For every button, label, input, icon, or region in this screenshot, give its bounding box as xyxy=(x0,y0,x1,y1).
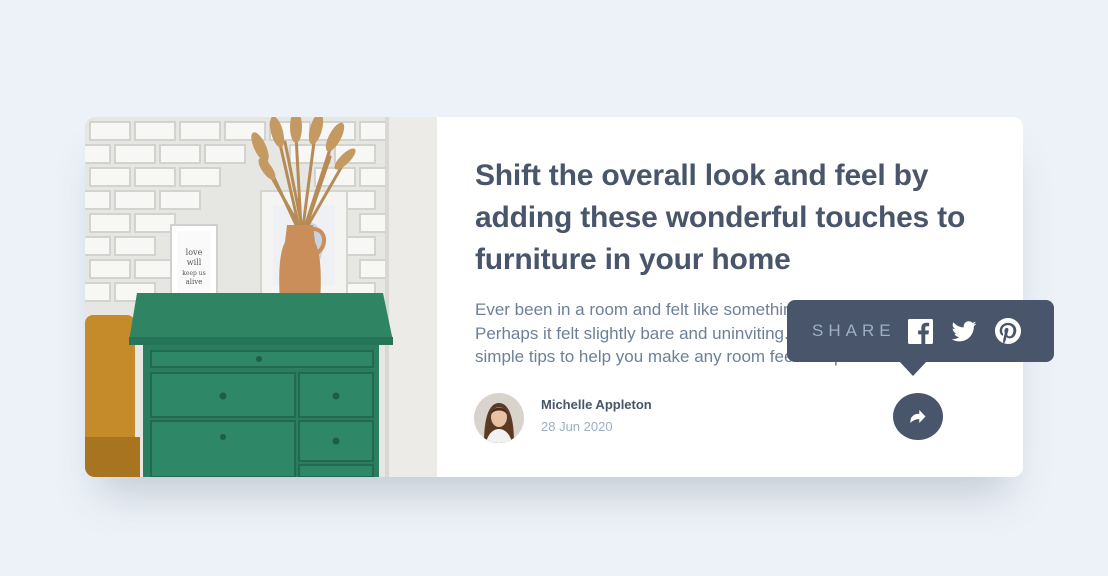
svg-text:alive: alive xyxy=(186,278,203,286)
svg-text:keep us: keep us xyxy=(182,270,205,277)
facebook-link[interactable] xyxy=(907,318,933,344)
share-button[interactable] xyxy=(893,393,943,440)
avatar xyxy=(474,393,524,443)
twitter-icon xyxy=(951,320,976,341)
article-title: Shift the overall look and feel by addin… xyxy=(475,159,966,276)
author-block: Michelle Appleton 28 Jun 2020 xyxy=(474,393,652,443)
drawers-photo: love will keep us alive xyxy=(85,117,437,477)
share-arrow-icon xyxy=(910,410,926,423)
author-name: Michelle Appleton xyxy=(541,396,652,412)
social-links xyxy=(907,318,1039,344)
share-label: SHARE xyxy=(812,321,896,340)
publish-date: 28 Jun 2020 xyxy=(541,418,613,434)
svg-text:will: will xyxy=(187,258,202,267)
article-content: Shift the overall look and feel by addin… xyxy=(437,117,1023,477)
article-card: love will keep us alive Shift the overal… xyxy=(85,117,1054,477)
author-info: Michelle Appleton 28 Jun 2020 xyxy=(541,397,652,434)
svg-text:love: love xyxy=(186,248,203,257)
facebook-icon xyxy=(907,318,933,344)
twitter-link[interactable] xyxy=(951,320,977,342)
share-tooltip: SHARE xyxy=(787,300,1054,376)
pinterest-icon xyxy=(994,318,1021,344)
pinterest-link[interactable] xyxy=(994,318,1021,344)
